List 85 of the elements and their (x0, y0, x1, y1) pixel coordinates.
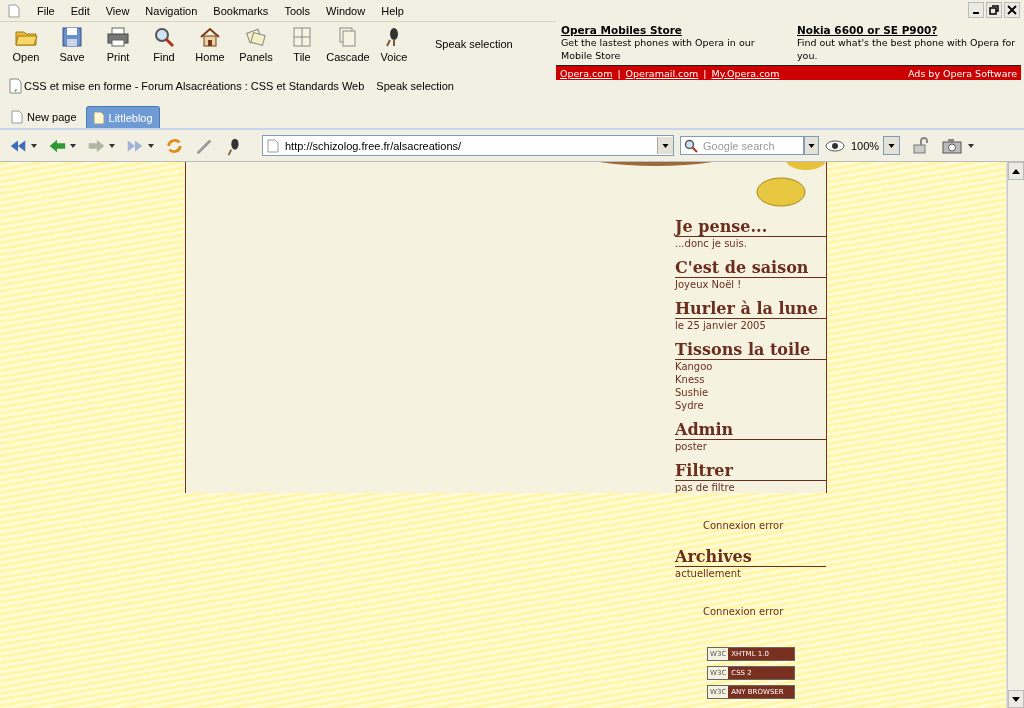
ad-text: Get the lastest phones with Opera in our Mobile Store (561, 36, 756, 62)
page-icon (267, 138, 279, 153)
menu-item[interactable]: Help (373, 4, 412, 17)
scroll-up-icon (1012, 168, 1020, 174)
scrollbar[interactable] (1007, 162, 1024, 708)
sidebar-heading: Tissons la toile (675, 340, 826, 360)
ad-link[interactable]: My.Opera.com (711, 67, 780, 79)
toolbar-button[interactable]: Voice (371, 25, 417, 63)
menu-item[interactable]: Tools (276, 4, 319, 17)
toolbar-button[interactable]: Cascade (325, 25, 371, 63)
close-icon (1007, 5, 1017, 15)
page-icon (92, 110, 105, 125)
bookmark-page-icon (8, 78, 22, 94)
error-message: Connexion error (702, 605, 785, 619)
sidebar-text: actuellement (675, 567, 742, 580)
ad-text: Find out what's the best phone with Opera for you. (797, 36, 1017, 62)
dropdown-button[interactable] (657, 137, 673, 154)
ad-link[interactable]: Operamail.com (625, 67, 699, 79)
separator: | (617, 67, 621, 79)
caret-icon (808, 143, 815, 148)
toolbar-button[interactable]: Panels (233, 25, 279, 63)
sidebar-heading: Admin (675, 420, 826, 440)
caret-icon[interactable] (968, 143, 975, 148)
padlock-icon[interactable] (912, 136, 931, 155)
toolbar-icon (290, 25, 314, 49)
scroll-down-icon (1012, 696, 1020, 702)
menu-item[interactable]: Bookmarks (205, 4, 277, 17)
caret-icon (888, 143, 896, 148)
sidebar-text: pas de filtre (675, 481, 736, 494)
sidebar-heading: Je pense... (675, 217, 826, 237)
speak-selection-button[interactable]: Speak selection (435, 38, 513, 50)
ad-title-link[interactable]: Nokia 6600 or SE P900? (797, 24, 1017, 36)
caret-icon (662, 143, 669, 148)
sidebar-text: Kness (675, 373, 706, 386)
caret-icon (31, 143, 37, 148)
sidebar-text: Joyeux Noël ! (675, 278, 743, 291)
caret-icon (109, 143, 115, 148)
sidebar-text: ...donc je suis. (675, 237, 748, 250)
sidebar-heading: C'est de saison (675, 258, 826, 278)
sidebar-heading: Hurler à la lune (675, 299, 826, 319)
toolbar-button[interactable]: Print (95, 25, 141, 63)
speak-selection-button[interactable]: Speak selection (376, 80, 454, 92)
menu-item[interactable]: Window (318, 4, 374, 17)
toolbar-icon (106, 25, 130, 49)
minimize-button[interactable] (968, 2, 984, 18)
address-field[interactable]: http://schizolog.free.fr/alsacreations/ (262, 135, 674, 156)
sidebar-text: Sydre (675, 399, 705, 412)
sidebar-heading: Archives (675, 547, 826, 567)
toolbar-button[interactable]: Find (141, 25, 187, 63)
dropdown-button[interactable] (804, 136, 819, 155)
caret-icon (70, 143, 76, 148)
close-button[interactable] (1004, 2, 1020, 18)
toolbar-button[interactable]: Home (187, 25, 233, 63)
toolbar-button[interactable]: Tile (279, 25, 325, 63)
restore-button[interactable] (986, 2, 1002, 18)
sidebar-text: poster (675, 440, 708, 453)
search-field[interactable]: Google search (680, 136, 804, 155)
error-message: Connexion error (702, 519, 785, 533)
page-icon (11, 110, 23, 124)
menu-item[interactable]: Navigation (137, 4, 206, 17)
minimize-icon (973, 12, 979, 14)
toolbar-icon (198, 25, 222, 49)
restore-icon (989, 5, 999, 15)
sidebar-heading: Filtrer (675, 461, 826, 481)
separator: | (703, 67, 707, 79)
sidebar-text: le 25 janvier 2005 (675, 319, 767, 332)
ad-link[interactable]: Opera.com (560, 67, 613, 79)
menu-item[interactable]: File (29, 4, 63, 17)
toolbar-button[interactable]: Save (49, 25, 95, 63)
ad-credit: Ads by Opera Software (908, 67, 1017, 79)
toolbar-icon (152, 25, 176, 49)
menu-item[interactable]: View (97, 4, 138, 17)
document-icon (8, 3, 20, 18)
tab[interactable]: New page (5, 106, 83, 128)
toolbar-button[interactable]: Open (3, 25, 49, 63)
zoom-field[interactable]: 100% (851, 136, 901, 155)
ad-title-link[interactable]: Opera Mobiles Store (561, 24, 781, 36)
menu-item[interactable]: Edit (62, 4, 98, 17)
toolbar-icon (60, 25, 84, 49)
sidebar-text: Sushie (675, 386, 710, 399)
eye-icon[interactable] (825, 139, 845, 152)
caret-icon (148, 143, 154, 148)
bookmark-link[interactable]: CSS et mise en forme - Forum Alsacréations : CSS et Standards Web (8, 78, 365, 94)
camera-icon[interactable] (942, 137, 963, 154)
sidebar-text: Kangoo (675, 360, 714, 373)
